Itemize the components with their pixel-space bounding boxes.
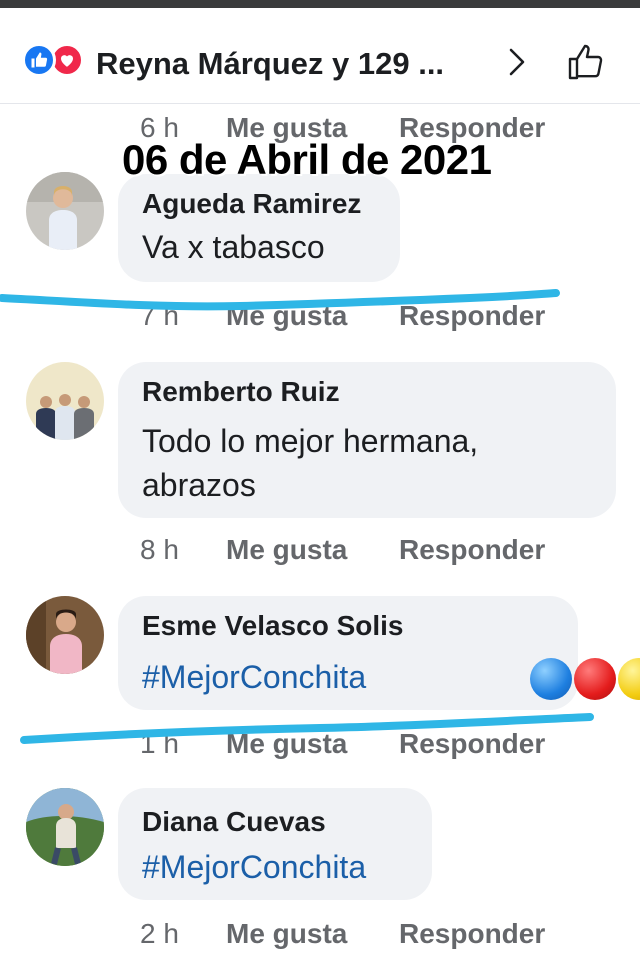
reply-link[interactable]: Responder — [399, 534, 545, 566]
comment-time: 1 h — [140, 728, 179, 759]
chevron-right-icon[interactable] — [505, 44, 529, 80]
comment-bubble: Diana Cuevas #MejorConchita — [118, 788, 432, 900]
like-link[interactable]: Me gusta — [226, 728, 347, 760]
commenter-name[interactable]: Agueda Ramirez — [142, 188, 361, 220]
avatar[interactable] — [26, 596, 104, 674]
comment-text-line-2: abrazos — [142, 467, 256, 503]
comment-text: Va x tabasco — [142, 229, 325, 265]
hashtag-link[interactable]: #MejorConchita — [142, 846, 366, 888]
colored-circles-emoji — [530, 658, 640, 700]
reply-link[interactable]: Responder — [399, 918, 545, 950]
avatar[interactable] — [26, 788, 104, 866]
like-link[interactable]: Me gusta — [226, 918, 347, 950]
blue-circle-icon — [530, 658, 572, 700]
reply-link[interactable]: Responder — [399, 728, 545, 760]
comment-bubble: Remberto Ruiz Todo lo mejor hermana, abr… — [118, 362, 616, 518]
avatar[interactable] — [26, 172, 104, 250]
comment-bubble: Esme Velasco Solis #MejorConchita — [118, 596, 640, 710]
reactions-summary[interactable]: Reyna Márquez y 129 ... — [96, 46, 444, 82]
like-icon — [22, 43, 56, 77]
comment-time: 7 h — [140, 300, 179, 331]
red-circle-icon — [574, 658, 616, 700]
hashtag-link[interactable]: #MejorConchita — [142, 656, 366, 698]
comment-time: 2 h — [140, 918, 179, 949]
avatar[interactable] — [26, 362, 104, 440]
like-link[interactable]: Me gusta — [226, 300, 347, 332]
comment-bubble: Agueda Ramirez Va x tabasco — [118, 174, 400, 282]
yellow-circle-icon — [618, 658, 640, 700]
date-overlay: 06 de Abril de 2021 — [122, 136, 492, 183]
reactions-header[interactable]: Reyna Márquez y 129 ... — [0, 8, 640, 104]
status-strip — [0, 0, 640, 8]
reply-link[interactable]: Responder — [399, 300, 545, 332]
comment-text-line-1: Todo lo mejor hermana, — [142, 423, 479, 459]
commenter-name[interactable]: Remberto Ruiz — [142, 376, 340, 408]
reaction-icons — [22, 43, 92, 77]
comment-time: 8 h — [140, 534, 179, 565]
thumbs-up-icon[interactable] — [566, 42, 606, 82]
like-link[interactable]: Me gusta — [226, 534, 347, 566]
commenter-name[interactable]: Esme Velasco Solis — [142, 610, 404, 642]
commenter-name[interactable]: Diana Cuevas — [142, 806, 326, 838]
